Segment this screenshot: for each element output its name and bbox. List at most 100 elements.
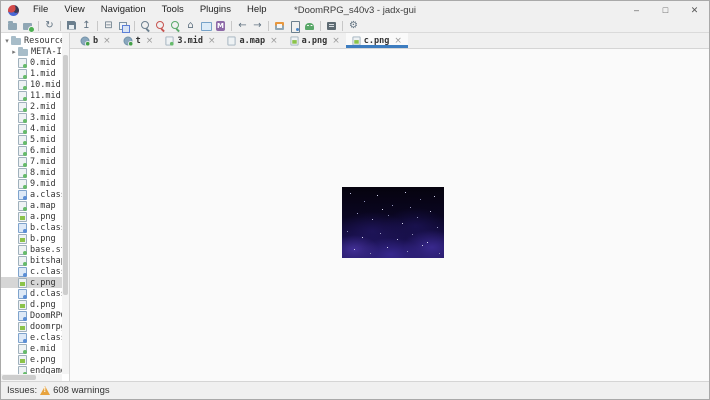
tree-item-a.map[interactable]: a.map: [1, 200, 62, 211]
maximize-button[interactable]: □: [651, 1, 680, 19]
tab-3.mid[interactable]: 3.mid ×: [159, 33, 221, 48]
tree-item-9.mid[interactable]: 9.mid: [1, 178, 62, 189]
close-tab-icon[interactable]: ×: [332, 36, 340, 46]
tab-t[interactable]: t ×: [117, 33, 160, 48]
menu-plugins[interactable]: Plugins: [192, 1, 239, 19]
tree-item-label: base.str: [30, 244, 62, 255]
sync-icon[interactable]: [117, 20, 130, 33]
close-tab-icon[interactable]: ×: [103, 36, 111, 46]
image-icon: [352, 36, 361, 45]
comments-icon[interactable]: [199, 20, 212, 32]
audio-icon: [18, 123, 27, 134]
tree-item-5.mid[interactable]: 5.mid: [1, 134, 62, 145]
tree-item-0.mid[interactable]: 0.mid: [1, 57, 62, 68]
forward-icon[interactable]: →: [251, 20, 264, 32]
collapse-icon[interactable]: ▾: [3, 37, 11, 45]
menu-tools[interactable]: Tools: [154, 1, 192, 19]
scrollbar-thumb[interactable]: [63, 55, 68, 295]
tree-item-META-INF[interactable]: ▸ META-INF: [1, 46, 62, 57]
tree-item-8.mid[interactable]: 8.mid: [1, 167, 62, 178]
tree-item-label: 4.mid: [30, 123, 56, 134]
image-icon: [18, 277, 27, 288]
tree-item-c.png[interactable]: c.png: [1, 277, 62, 288]
tree-item-Resources[interactable]: ▾ Resources: [1, 35, 62, 46]
tree-item-e.mid[interactable]: e.mid: [1, 343, 62, 354]
reload-icon[interactable]: ↻: [43, 20, 56, 32]
tree-item-a.png[interactable]: a.png: [1, 211, 62, 222]
tree-item-3.mid[interactable]: 3.mid: [1, 112, 62, 123]
tree-item-e.png[interactable]: e.png: [1, 354, 62, 365]
tree-item-label: 3.mid: [30, 112, 56, 123]
audio-icon: [18, 255, 27, 266]
log-viewer-icon[interactable]: [325, 20, 338, 32]
close-tab-icon[interactable]: ×: [394, 36, 402, 46]
tree-item-6.mid[interactable]: 6.mid: [1, 145, 62, 156]
menu-file[interactable]: File: [25, 1, 56, 19]
tab-a.map[interactable]: a.map ×: [221, 33, 283, 48]
tree-item-b.class[interactable]: b.class: [1, 222, 62, 233]
tree-item-b.png[interactable]: b.png: [1, 233, 62, 244]
tree-item-4.mid[interactable]: 4.mid: [1, 123, 62, 134]
file-tree: ▾ Resources ▸ META-INF0.mid1.mid10.mid11.mi…: [1, 35, 62, 376]
save-all-icon[interactable]: [65, 20, 78, 32]
tree-item-2.mid[interactable]: 2.mid: [1, 101, 62, 112]
tree-item-7.mid[interactable]: 7.mid: [1, 156, 62, 167]
deobfuscation-icon[interactable]: [273, 20, 286, 32]
tree-item-d.png[interactable]: d.png: [1, 299, 62, 310]
minimize-button[interactable]: –: [622, 1, 651, 19]
tree-item-label: e.mid: [30, 343, 56, 354]
tree-item-label: 8.mid: [30, 167, 56, 178]
tree-item-1.mid[interactable]: 1.mid: [1, 68, 62, 79]
tab-b[interactable]: b ×: [74, 33, 117, 48]
audio-icon: [18, 343, 27, 354]
menu-view[interactable]: View: [56, 1, 92, 19]
tab-a.png[interactable]: a.png ×: [284, 33, 346, 48]
tree-item-11.mid[interactable]: 11.mid: [1, 90, 62, 101]
tree-item-DoomRPG[interactable]: DoomRPG: [1, 310, 62, 321]
tree-item-a.class[interactable]: a.class: [1, 189, 62, 200]
tree-item-e.class[interactable]: e.class: [1, 332, 62, 343]
editor-column: b × t × 3.mid × a.map × a.png × c.png ×: [70, 33, 709, 381]
close-tab-icon[interactable]: ×: [146, 36, 154, 46]
tree-item-10.mid[interactable]: 10.mid: [1, 79, 62, 90]
tree-item-label: d.class: [30, 288, 62, 299]
preferences-icon[interactable]: ⚙: [347, 20, 360, 32]
main-activity-icon[interactable]: ⌂: [184, 20, 197, 32]
audio-icon: [18, 145, 27, 156]
image-icon: [18, 233, 27, 244]
tree-item-bitshape[interactable]: bitshape: [1, 255, 62, 266]
comment-search-icon[interactable]: [169, 20, 182, 32]
tree-item-c.class[interactable]: c.class: [1, 266, 62, 277]
close-tab-icon[interactable]: ×: [270, 36, 278, 46]
toolbar-separator: [268, 20, 269, 31]
scrollbar-thumb[interactable]: [2, 375, 36, 380]
flat-packages-icon[interactable]: ⊟: [102, 20, 115, 32]
close-tab-icon[interactable]: ×: [208, 36, 216, 46]
tree-item-doomrpg[interactable]: doomrpg: [1, 321, 62, 332]
issues-status[interactable]: Issues: 608 warnings: [7, 385, 110, 396]
back-icon[interactable]: ←: [236, 20, 249, 32]
add-files-icon[interactable]: [21, 20, 35, 33]
close-button[interactable]: ✕: [680, 1, 709, 19]
open-file-icon[interactable]: [6, 20, 19, 32]
text-search-icon[interactable]: [139, 20, 152, 32]
menu-help[interactable]: Help: [239, 1, 275, 19]
tab-c.png[interactable]: c.png ×: [345, 33, 409, 48]
toolbar-separator: [38, 20, 39, 31]
export-icon[interactable]: ↥: [80, 20, 93, 32]
android-icon[interactable]: [303, 20, 316, 32]
tree-item-base.str[interactable]: base.str: [1, 244, 62, 255]
tree-item-label: a.map: [30, 200, 56, 211]
menu-navigation[interactable]: Navigation: [93, 1, 154, 19]
tree-horizontal-scrollbar[interactable]: [1, 374, 62, 381]
methods-icon[interactable]: [214, 20, 227, 32]
window-title: *DoomRPG_s40v3 - jadx-gui: [294, 4, 416, 16]
tree-item-d.class[interactable]: d.class: [1, 288, 62, 299]
expand-icon[interactable]: ▸: [10, 48, 18, 56]
tab-label: t: [135, 35, 141, 46]
audio-icon: [18, 178, 27, 189]
tree-vertical-scrollbar[interactable]: [62, 33, 69, 374]
class-search-icon[interactable]: [154, 20, 167, 32]
status-bar: Issues: 608 warnings: [1, 381, 709, 399]
device-icon[interactable]: [288, 20, 301, 33]
